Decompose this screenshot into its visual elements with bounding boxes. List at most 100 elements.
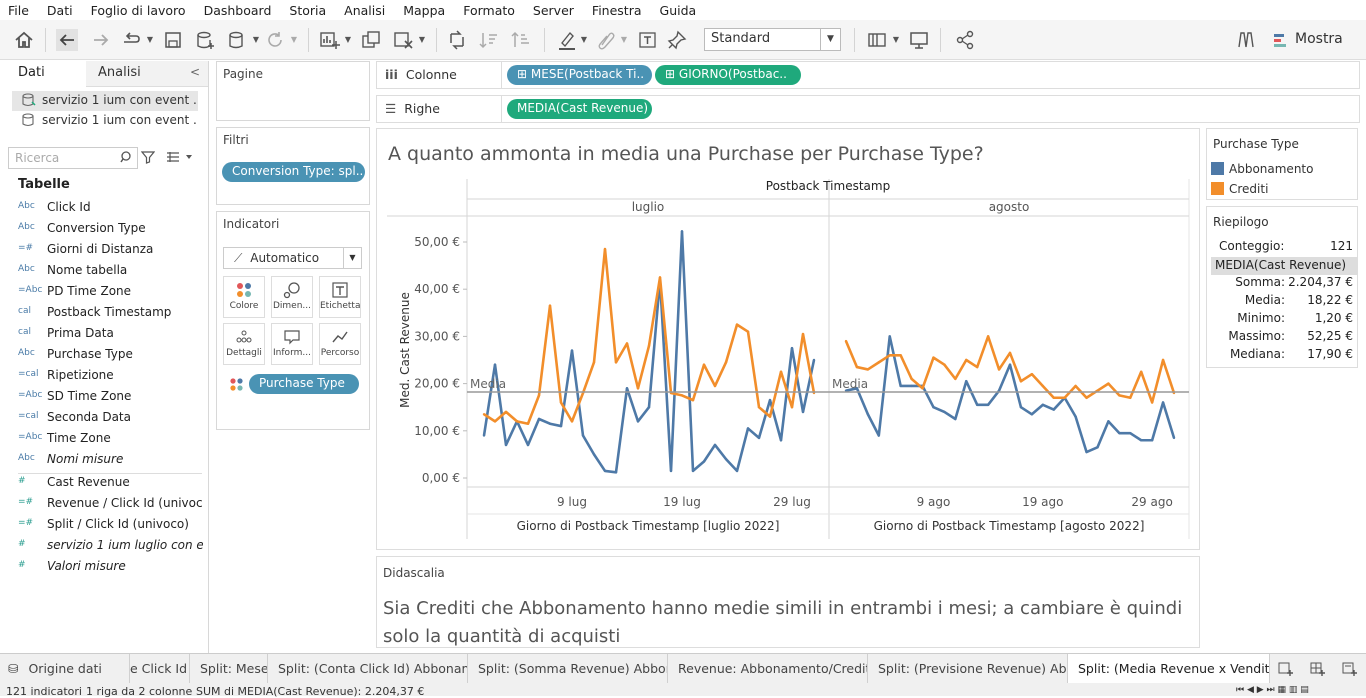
data-point[interactable] [779,439,783,442]
data-point[interactable] [691,398,695,402]
data-point[interactable] [1085,396,1088,399]
data-point[interactable] [932,356,935,359]
menu-data[interactable]: Dati [47,3,73,18]
field-click-id[interactable]: Abc Click Id [18,199,203,219]
sheet-tab[interactable]: e Click Id [130,654,190,684]
field-nomi-misure[interactable]: Abc Nomi misure [18,451,203,471]
new-worksheet-icon[interactable] [318,29,340,51]
field-giorni-di-distanza[interactable]: =# Giorni di Distanza [18,241,203,261]
data-point[interactable] [1161,358,1165,362]
data-point[interactable] [1150,401,1154,404]
data-point[interactable] [724,361,728,364]
data-point[interactable] [888,335,891,338]
field-split-click-id[interactable]: =# Split / Click Id (univoco) [18,516,203,536]
data-point[interactable] [702,460,706,463]
data-point[interactable] [866,368,870,371]
collapse-pane-icon[interactable]: < [190,65,200,79]
field-ripetizione[interactable]: =cal Ripetizione [18,367,203,387]
data-point[interactable] [680,230,684,233]
share-icon[interactable] [954,29,976,51]
data-point[interactable] [768,398,772,402]
data-point[interactable] [625,342,629,345]
data-point[interactable] [647,344,651,348]
data-point[interactable] [932,406,935,409]
data-point[interactable] [943,363,946,366]
data-point[interactable] [482,413,486,416]
menu-file[interactable]: File [8,3,29,18]
data-point[interactable] [515,420,519,423]
data-point[interactable] [1008,351,1012,355]
chevron-down-icon[interactable]: ▼ [416,29,428,51]
detail-button[interactable]: Dettagli [223,323,265,365]
pin-icon[interactable] [666,29,688,51]
data-point[interactable] [581,434,585,437]
data-point[interactable] [680,394,684,397]
data-point[interactable] [976,365,979,369]
data-point[interactable] [910,384,913,388]
field-time-zone[interactable]: =Abc Time Zone [18,430,203,450]
field-revenue-click-id[interactable]: =# Revenue / Click Id (univoc... [18,495,203,515]
data-point[interactable] [713,443,717,447]
data-point[interactable] [757,436,761,440]
presentation-icon[interactable] [908,29,930,51]
data-point[interactable] [855,365,859,369]
group-members-icon[interactable] [594,29,616,51]
series-line-abbonamento[interactable] [482,230,816,474]
data-point[interactable] [779,370,783,373]
data-point[interactable] [812,358,816,362]
replay-icon[interactable] [120,29,142,51]
menu-help[interactable]: Guida [660,3,697,18]
data-point[interactable] [702,363,706,366]
data-point[interactable] [899,384,902,388]
sort-ascending-icon[interactable] [478,29,500,51]
data-point[interactable] [790,406,794,409]
tab-datasource[interactable]: ⛁ Origine dati [0,654,130,684]
rows-pill-avg-revenue[interactable]: MEDIA(Cast Revenue) [507,99,652,119]
data-point[interactable] [1019,406,1023,409]
home-icon[interactable] [13,29,35,51]
chevron-down-icon[interactable]: ▼ [288,29,300,51]
data-point[interactable] [570,349,574,352]
data-point[interactable] [1063,396,1066,399]
data-point[interactable] [570,420,574,423]
save-icon[interactable] [162,29,184,51]
chevron-down-icon[interactable]: ▼ [144,29,156,51]
search-input[interactable]: Ricerca [8,147,138,169]
data-point[interactable] [1107,382,1110,385]
data-point[interactable] [790,347,794,350]
field-pd-time-zone[interactable]: =Abc PD Time Zone [18,283,203,303]
sheet-tab[interactable]: Split: (Somma Revenue) Abbon... [468,654,668,684]
field-purchase-type[interactable]: Abc Purchase Type [18,346,203,366]
data-point[interactable] [1008,363,1012,366]
data-point[interactable] [1161,401,1165,404]
color-button[interactable]: Colore [223,276,265,318]
menu-format[interactable]: Formato [463,3,515,18]
swap-icon[interactable] [446,29,468,51]
show-me-icon[interactable] [1272,29,1290,51]
data-point[interactable] [493,363,497,366]
data-point[interactable] [1118,394,1121,397]
data-point[interactable] [986,403,990,407]
tab-data[interactable]: Dati [0,61,86,87]
field-valori-misure[interactable]: # Valori misure [18,558,203,578]
data-point[interactable] [899,354,902,357]
new-datasource-icon[interactable] [194,29,216,51]
data-point[interactable] [603,469,607,473]
tab-nav-icons[interactable]: ⏮ ◀ ▶ ⏭ ▦ ▥ ▤ [1236,685,1309,695]
data-point[interactable] [888,354,891,357]
tab-analytics[interactable]: Analisi < [86,61,208,87]
data-point[interactable] [1052,396,1055,399]
data-point[interactable] [1085,450,1088,454]
rows-shelf[interactable]: ☰ Righe MEDIA(Cast Revenue) [376,95,1360,123]
duplicate-icon[interactable] [360,29,382,51]
data-point[interactable] [921,387,924,390]
path-button[interactable]: Percorso [319,323,361,365]
sheet-tab[interactable]: Split: (Conta Click Id) Abbonam... [268,654,468,684]
data-point[interactable] [1107,420,1110,423]
data-point[interactable] [1030,372,1034,376]
sheet-tab[interactable]: Split: (Previsione Revenue) Abb... [868,654,1068,684]
data-point[interactable] [1129,431,1132,435]
data-point[interactable] [658,276,662,279]
data-point[interactable] [997,368,1001,371]
data-point[interactable] [724,457,728,461]
